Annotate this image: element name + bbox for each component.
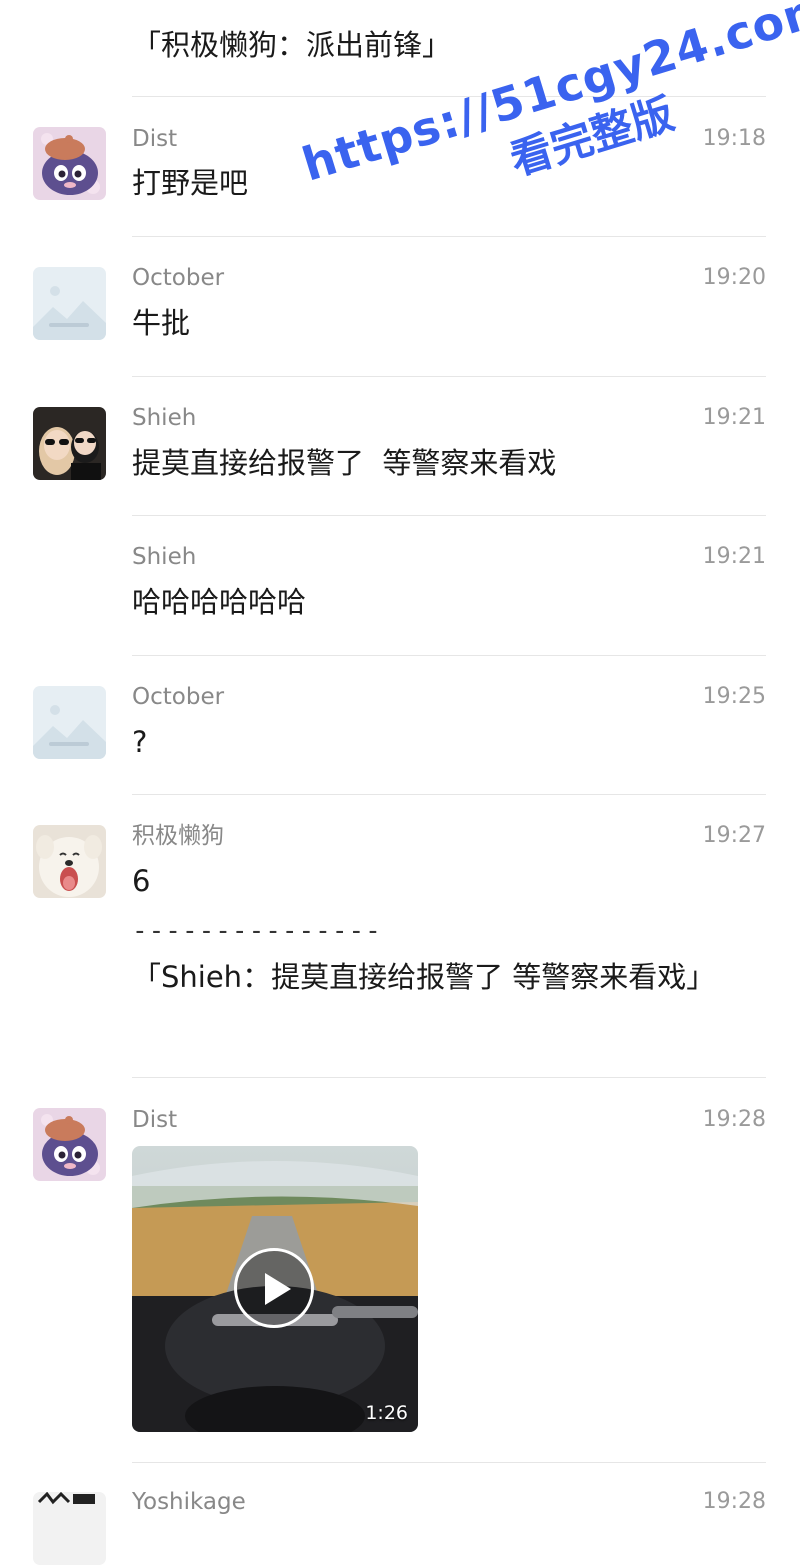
divider <box>132 655 766 656</box>
quoted-message: 「Shieh：提莫直接给报警了 等警察来看戏」 <box>132 960 716 994</box>
video-message[interactable]: 1:26 <box>132 1146 418 1432</box>
video-duration: 1:26 <box>365 1402 408 1424</box>
avatar-shieh[interactable] <box>33 407 106 480</box>
sender-name: Yoshikage <box>132 1489 246 1515</box>
sender-name: 积极懒狗 <box>132 823 224 849</box>
divider <box>132 1077 766 1078</box>
avatar-shieh-image <box>33 407 106 480</box>
message-time: 19:21 <box>702 405 766 430</box>
divider <box>132 376 766 377</box>
message-time: 19:25 <box>702 684 766 709</box>
divider <box>132 96 766 97</box>
sender-name: Shieh <box>132 405 197 431</box>
avatar-placeholder-image <box>33 267 106 340</box>
sender-name: October <box>132 684 225 710</box>
avatar-october[interactable] <box>33 686 106 759</box>
quote-separator-top: --------------- <box>132 0 382 12</box>
divider <box>132 794 766 795</box>
divider <box>132 1462 766 1463</box>
avatar-jijilangou[interactable] <box>33 825 106 898</box>
sender-name: Dist <box>132 1107 178 1133</box>
avatar-dog-image <box>33 825 106 898</box>
avatar-dist-image <box>33 1108 106 1181</box>
divider <box>132 515 766 516</box>
quote-separator: --------------- <box>132 916 382 946</box>
quote-text-top: 「积极懒狗：派出前锋」 <box>132 28 452 62</box>
message-text: 牛批 <box>132 306 191 340</box>
avatar-yoshikage[interactable] <box>33 1492 106 1565</box>
sender-name: October <box>132 265 225 291</box>
avatar-dist[interactable] <box>33 127 106 200</box>
message-time: 19:20 <box>702 265 766 290</box>
message-time: 19:28 <box>702 1107 766 1132</box>
message-time: 19:28 <box>702 1489 766 1514</box>
divider <box>132 236 766 237</box>
avatar-dist-image <box>33 127 106 200</box>
message-time: 19:21 <box>702 544 766 569</box>
message-text: ? <box>132 725 148 759</box>
message-text: 打野是吧 <box>132 166 249 200</box>
avatar-placeholder-image <box>33 686 106 759</box>
message-text: 提莫直接给报警了 等警察来看戏 <box>132 446 557 480</box>
message-time: 19:18 <box>702 126 766 151</box>
play-button[interactable] <box>234 1248 314 1328</box>
avatar-yoshikage-image <box>33 1492 106 1565</box>
play-icon <box>265 1273 291 1305</box>
message-text: 6 <box>132 864 151 898</box>
avatar-dist[interactable] <box>33 1108 106 1181</box>
sender-name: Shieh <box>132 544 197 570</box>
message-text: 哈哈哈哈哈哈 <box>132 585 307 619</box>
sender-name: Dist <box>132 126 178 152</box>
avatar-october[interactable] <box>33 267 106 340</box>
message-time: 19:27 <box>702 823 766 848</box>
